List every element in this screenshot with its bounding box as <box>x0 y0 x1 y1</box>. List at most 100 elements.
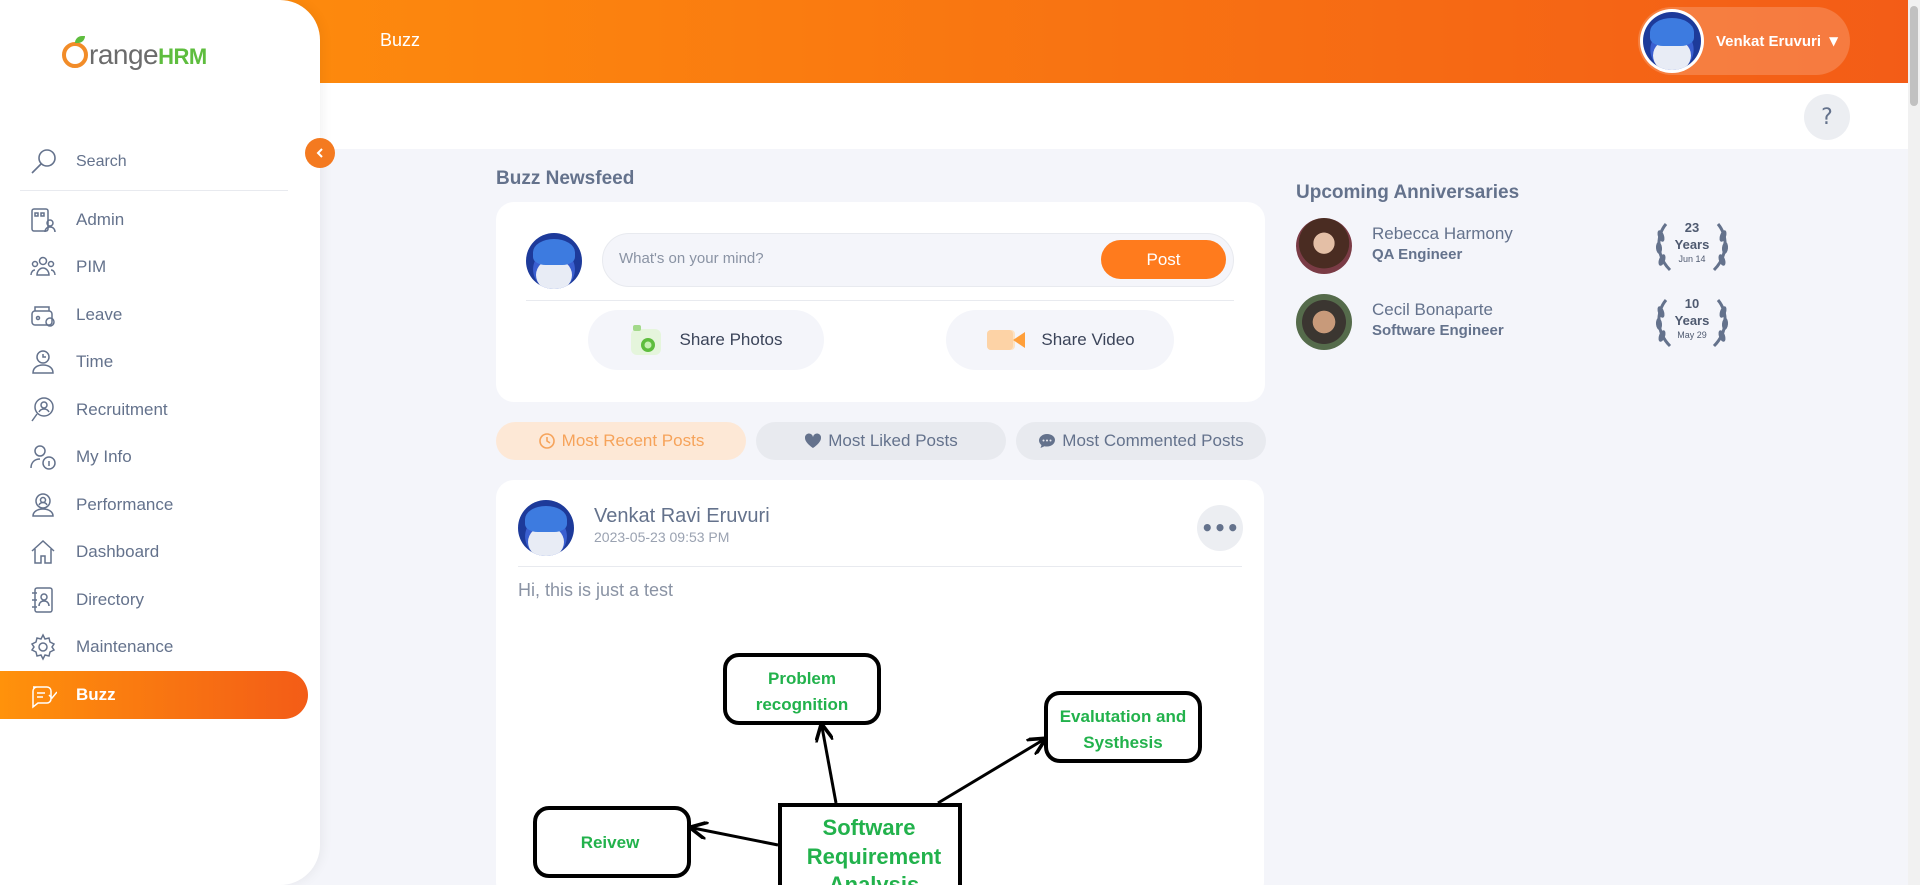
anniversary-date: May 29 <box>1677 330 1707 340</box>
sidebar-item-label: Leave <box>76 304 123 324</box>
video-icon <box>987 330 1026 350</box>
anniversary-years: 10 <box>1684 296 1700 311</box>
sidebar-item-label: My Info <box>76 447 132 467</box>
composer-card <box>496 202 1265 402</box>
sidebar: range HRM Admin PIM Leave Time Recruitme… <box>0 0 320 885</box>
sidebar-item-time[interactable]: Time <box>0 339 308 387</box>
sidebar-item-label: Time <box>76 352 114 372</box>
search-input[interactable] <box>76 152 256 171</box>
diagram-label-problem-1: Problem <box>768 669 836 688</box>
admin-icon <box>28 205 58 235</box>
clock-icon <box>538 433 555 449</box>
diagram-label-review: Reivew <box>581 833 640 852</box>
diagram-label-problem-2: recognition <box>756 695 849 714</box>
scrollbar-thumb[interactable] <box>1910 6 1918 106</box>
sidebar-item-label: Recruitment <box>76 399 168 419</box>
diagram-label-center-2: Requirement <box>807 844 942 869</box>
anniversary-years: 23 <box>1684 220 1700 235</box>
recruitment-icon <box>28 395 58 425</box>
tab-label: Most Liked Posts <box>828 431 958 450</box>
gear-icon <box>28 632 58 662</box>
user-dropdown[interactable]: Venkat Eruvuri ▼ <box>1638 7 1850 75</box>
composer-input[interactable] <box>619 250 1079 267</box>
anniversary-years-label: Years <box>1674 313 1710 328</box>
page-scrollbar[interactable] <box>1908 0 1920 885</box>
help-button[interactable]: ? <box>1804 94 1850 140</box>
anniversary-item: Rebecca Harmony QA Engineer 23 Years Jun… <box>1296 216 1746 276</box>
anniversary-badge: 23 Years Jun 14 <box>1652 216 1732 276</box>
comment-icon <box>1039 434 1056 448</box>
share-video-button[interactable]: Share Video <box>946 310 1174 370</box>
collapse-sidebar-button[interactable] <box>305 138 335 168</box>
employee-name: Rebecca Harmony <box>1372 224 1513 243</box>
employee-role: Software Engineer <box>1372 322 1504 339</box>
tab-most-recent[interactable]: Most Recent Posts <box>496 422 746 460</box>
page-title: Buzz <box>380 30 421 50</box>
sidebar-item-label: Buzz <box>76 684 116 704</box>
leave-icon <box>28 300 58 330</box>
sidebar-item-recruitment[interactable]: Recruitment <box>0 386 308 434</box>
people-icon <box>28 252 58 282</box>
sidebar-item-leave[interactable]: Leave <box>0 291 308 339</box>
sidebar-item-label: Maintenance <box>76 637 174 657</box>
tab-label: Most Commented Posts <box>1062 431 1244 450</box>
post-image-diagram: Problem recognition Evalutation and Syst… <box>533 653 1202 885</box>
post-author-name[interactable]: Venkat Ravi Eruvuri <box>594 505 770 528</box>
post-more-options-button[interactable]: ••• <box>1197 505 1243 551</box>
diagram-label-center-3: Analysis <box>829 872 920 885</box>
share-photos-label: Share Photos <box>679 330 783 349</box>
orange-logo-icon <box>62 36 88 68</box>
search-icon <box>31 148 56 174</box>
user-avatar <box>1643 12 1701 70</box>
sidebar-item-buzz[interactable]: Buzz <box>0 671 308 719</box>
diagram-arrow-problem <box>822 727 838 804</box>
employee-name: Cecil Bonaparte <box>1372 300 1493 319</box>
employee-avatar <box>1296 294 1352 350</box>
tab-most-commented[interactable]: Most Commented Posts <box>1016 422 1266 460</box>
diagram-label-evaluation-2: Systhesis <box>1083 733 1162 752</box>
post-divider <box>518 566 1242 567</box>
directory-icon <box>28 585 58 615</box>
sidebar-item-directory[interactable]: Directory <box>0 576 308 624</box>
diagram-arrow-review <box>693 828 779 847</box>
post-author-avatar <box>518 500 574 556</box>
diagram-arrow-evaluation <box>937 740 1043 805</box>
share-photos-button[interactable]: Share Photos <box>588 310 824 370</box>
chevron-left-icon <box>316 148 323 158</box>
employee-avatar <box>1296 218 1352 274</box>
sidebar-item-label: Admin <box>76 209 125 229</box>
tab-most-liked[interactable]: Most Liked Posts <box>756 422 1006 460</box>
buzz-icon <box>28 680 58 710</box>
post-text: Hi, this is just a test <box>518 580 674 600</box>
anniversary-badge: 10 Years May 29 <box>1652 292 1732 352</box>
brand-name: range <box>89 39 159 70</box>
composer-divider <box>526 300 1234 301</box>
anniversary-date: Jun 14 <box>1678 254 1706 264</box>
brand-accent: HRM <box>158 44 207 69</box>
post-timestamp: 2023-05-23 09:53 PM <box>594 529 730 545</box>
sidebar-item-label: Directory <box>76 589 145 609</box>
sidebar-item-label: Performance <box>76 494 174 514</box>
newsfeed-title: Buzz Newsfeed <box>496 168 635 189</box>
anniversary-years-label: Years <box>1674 237 1710 252</box>
sidebar-item-dashboard[interactable]: Dashboard <box>0 529 308 577</box>
sidebar-item-maintenance[interactable]: Maintenance <box>0 624 308 672</box>
sidebar-menu: Admin PIM Leave Time Recruitment My Info… <box>0 196 308 719</box>
anniversaries-title: Upcoming Anniversaries <box>1296 182 1520 203</box>
sidebar-item-label: Dashboard <box>76 542 160 562</box>
post-button[interactable]: Post <box>1101 240 1226 279</box>
sidebar-item-performance[interactable]: Performance <box>0 481 308 529</box>
share-video-label: Share Video <box>1041 330 1135 349</box>
camera-icon <box>631 325 662 355</box>
diagram-label-center-1: Software <box>823 815 916 840</box>
brand-logo[interactable]: range HRM <box>62 36 207 71</box>
sidebar-item-my-info[interactable]: My Info <box>0 434 308 482</box>
employee-role: QA Engineer <box>1372 246 1463 263</box>
tab-label: Most Recent Posts <box>561 431 705 450</box>
sidebar-item-admin[interactable]: Admin <box>0 196 308 244</box>
sidebar-search <box>20 133 288 191</box>
my-info-icon <box>28 442 58 472</box>
user-name: Venkat Eruvuri <box>1716 32 1822 50</box>
home-icon <box>28 537 58 567</box>
sidebar-item-pim[interactable]: PIM <box>0 244 308 292</box>
